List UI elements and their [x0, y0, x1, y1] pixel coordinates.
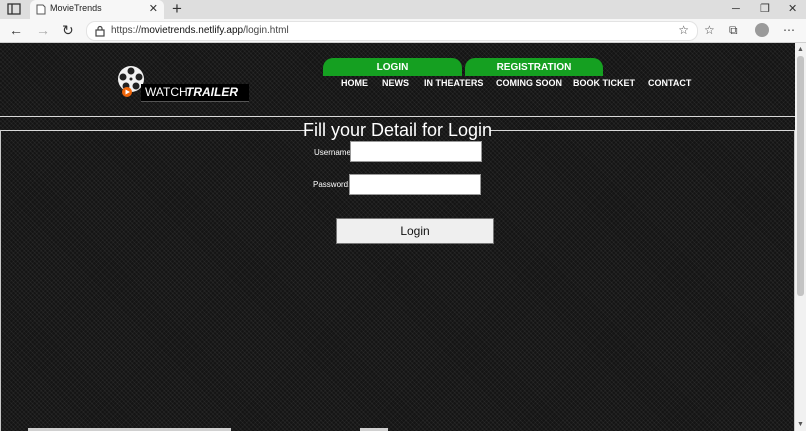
add-favorite-icon[interactable]: ☆: [678, 23, 689, 37]
page-content: WATCH TRAILER LOGIN REGISTRATION HOME NE…: [0, 43, 795, 431]
back-icon[interactable]: ←: [9, 22, 23, 38]
tab-actions-icon[interactable]: [7, 3, 21, 15]
scroll-up-icon[interactable]: ▲: [797, 46, 804, 53]
url-path: /login.html: [243, 25, 289, 36]
nav-in-theaters[interactable]: IN THEATERS: [424, 78, 483, 88]
favorites-icon[interactable]: ☆: [704, 22, 715, 38]
username-input[interactable]: [350, 141, 482, 162]
logo-wordmark: WATCH TRAILER: [141, 84, 249, 102]
username-label: Username:: [314, 148, 354, 157]
password-label: Password:: [313, 180, 351, 189]
refresh-icon[interactable]: ↻: [62, 22, 74, 38]
minimize-icon[interactable]: ─: [732, 2, 740, 16]
favicon-icon: [36, 4, 46, 15]
tab-title: MovieTrends: [50, 3, 102, 13]
address-bar: ← → ↻ https://movietrends.netlify.app/lo…: [0, 19, 806, 43]
close-icon[interactable]: ✕: [149, 2, 158, 16]
password-input[interactable]: [349, 174, 481, 195]
login-tab[interactable]: LOGIN: [323, 58, 462, 76]
browser-tab[interactable]: MovieTrends ✕: [30, 0, 164, 19]
nav-book-ticket[interactable]: BOOK TICKET: [573, 78, 635, 88]
new-tab-icon[interactable]: +: [172, 0, 182, 18]
window-close-icon[interactable]: ✕: [788, 2, 797, 16]
profile-icon[interactable]: [755, 23, 769, 37]
url-host: movietrends.netlify.app: [141, 25, 244, 36]
page-scrollbar[interactable]: ▲ ▼: [795, 43, 806, 431]
site-logo[interactable]: WATCH TRAILER: [115, 65, 250, 103]
forward-icon[interactable]: →: [36, 22, 50, 38]
nav-home[interactable]: HOME: [341, 78, 368, 88]
nav-news[interactable]: NEWS: [382, 78, 409, 88]
form-legend-text: Fill your Detail for Login: [302, 120, 493, 140]
url-protocol: https://: [111, 25, 142, 36]
logo-word-trailer: TRAILER: [186, 85, 238, 99]
scroll-thumb[interactable]: [797, 56, 804, 296]
maximize-icon[interactable]: ❐: [760, 2, 770, 16]
header-divider: [0, 116, 795, 117]
nav-contact[interactable]: CONTACT: [648, 78, 691, 88]
url-field[interactable]: https://movietrends.netlify.app/login.ht…: [86, 21, 698, 41]
url-text: https://movietrends.netlify.app/login.ht…: [111, 25, 289, 36]
nav-coming-soon[interactable]: COMING SOON: [496, 78, 562, 88]
browser-tab-bar: MovieTrends ✕ + ─ ❐ ✕: [0, 0, 806, 19]
login-button[interactable]: Login: [336, 218, 494, 244]
registration-tab[interactable]: REGISTRATION: [465, 58, 603, 76]
scroll-down-icon[interactable]: ▼: [797, 421, 804, 428]
form-legend: Fill your Detail for Login: [0, 119, 795, 141]
more-icon[interactable]: ⋯: [783, 22, 795, 38]
lock-icon: [95, 25, 105, 37]
logo-word-watch: WATCH: [145, 85, 188, 99]
collections-icon[interactable]: ⧉: [729, 22, 738, 38]
